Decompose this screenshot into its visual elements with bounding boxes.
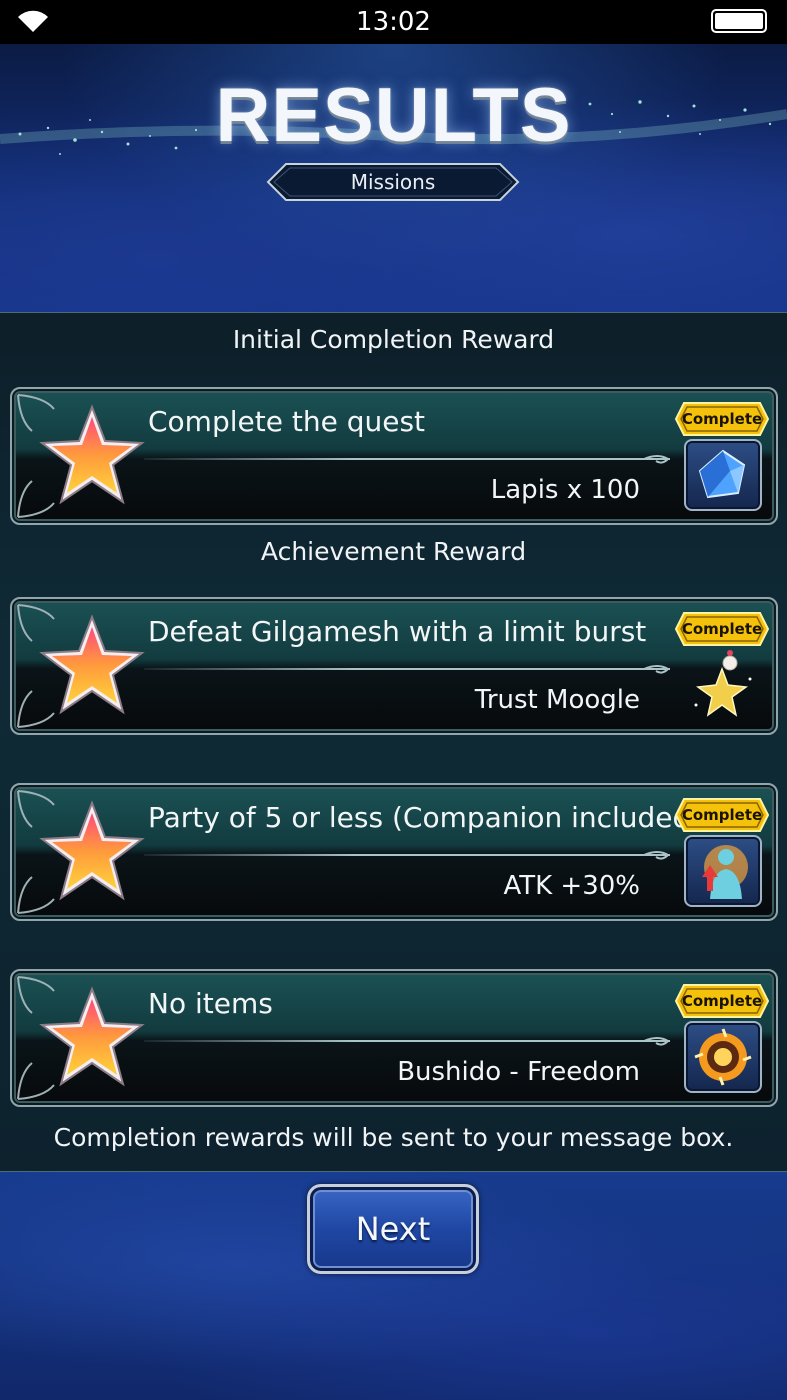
reward-text: Trust Moogle xyxy=(474,685,640,715)
divider xyxy=(144,668,670,670)
complete-badge: Complete xyxy=(674,611,770,647)
complete-label: Complete xyxy=(681,992,763,1010)
star-icon xyxy=(39,614,145,715)
star-icon xyxy=(39,404,145,505)
mission-name: Party of 5 or less (Companion included) xyxy=(148,801,702,834)
divider-flourish xyxy=(643,851,670,860)
mission-card: Defeat Gilgamesh with a limit burst Trus… xyxy=(10,597,778,735)
reward-text: Lapis x 100 xyxy=(490,475,640,505)
missions-tab: Missions xyxy=(266,162,520,202)
complete-label: Complete xyxy=(681,410,763,428)
complete-label: Complete xyxy=(681,806,763,824)
complete-badge: Complete xyxy=(674,797,770,833)
battery-icon xyxy=(711,9,767,33)
atk-boost-icon xyxy=(684,835,762,907)
divider-flourish xyxy=(643,455,670,464)
star-icon xyxy=(39,800,145,901)
results-title: RESULTS xyxy=(215,73,572,158)
mission-name: Defeat Gilgamesh with a limit burst xyxy=(148,615,647,648)
status-time: 13:02 xyxy=(356,7,431,37)
wifi-icon xyxy=(18,10,48,33)
bushido-ability-icon xyxy=(684,1021,762,1093)
footer-note: Completion rewards will be sent to your … xyxy=(53,1123,734,1152)
complete-badge: Complete xyxy=(674,983,770,1019)
initial-reward-title: Initial Completion Reward xyxy=(232,325,555,354)
mission-card: No items Bushido - Freedom Complete xyxy=(10,969,778,1107)
reward-text: Bushido - Freedom xyxy=(397,1057,640,1087)
lapis-crystal-icon xyxy=(684,439,762,511)
mission-name: No items xyxy=(148,987,273,1020)
complete-badge: Complete xyxy=(674,401,770,437)
star-icon xyxy=(39,986,145,1087)
mission-name: Complete the quest xyxy=(148,405,426,438)
trust-moogle-icon xyxy=(684,649,762,721)
mission-card: Party of 5 or less (Companion included) … xyxy=(10,783,778,921)
reward-text: ATK +30% xyxy=(503,871,640,901)
results-header: RESULTS Missions xyxy=(0,44,787,312)
mission-card: Complete the quest Lapis x 100 Complete xyxy=(10,387,778,525)
divider-flourish xyxy=(643,665,670,674)
achievement-reward-title: Achievement Reward xyxy=(260,537,527,566)
divider xyxy=(144,458,670,460)
missions-tab-label: Missions xyxy=(350,170,436,194)
divider xyxy=(144,854,670,856)
missions-panel: Initial Completion Reward Complete the q… xyxy=(0,312,787,1172)
divider xyxy=(144,1040,670,1042)
status-bar: 13:02 xyxy=(0,0,787,44)
divider-flourish xyxy=(643,1037,670,1046)
complete-label: Complete xyxy=(681,620,763,638)
next-button[interactable]: Next xyxy=(307,1184,479,1274)
bottom-area: Next xyxy=(0,1172,787,1400)
